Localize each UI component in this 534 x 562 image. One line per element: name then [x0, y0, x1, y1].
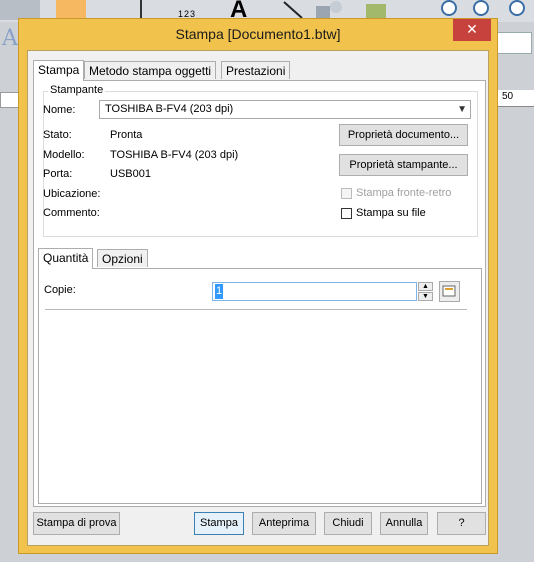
copies-input[interactable]: 1	[212, 282, 417, 301]
ruler-number: 50	[502, 91, 514, 102]
dialog-client-area: Stampa Metodo stampa oggetti Prestazioni…	[27, 50, 489, 546]
help-button[interactable]: ?	[437, 512, 486, 535]
printer-group-label: Stampante	[48, 84, 106, 96]
test-print-button[interactable]: Stampa di prova	[33, 512, 120, 535]
document-properties-button[interactable]: Proprietà documento...	[339, 124, 468, 146]
status-label: Stato:	[43, 129, 72, 141]
chevron-down-icon: ▼	[457, 104, 467, 115]
tab-metodo-stampa-oggetti[interactable]: Metodo stampa oggetti	[84, 61, 217, 79]
font-style-icon: A	[2, 26, 18, 51]
close-button[interactable]: ✕	[453, 19, 491, 41]
tab-opzioni[interactable]: Opzioni	[97, 249, 148, 267]
copies-value: 1	[215, 284, 224, 299]
preview-button[interactable]: Anteprima	[252, 512, 316, 535]
tab-prestazioni[interactable]: Prestazioni	[221, 61, 291, 79]
status-value: Pronta	[110, 129, 143, 141]
copies-options-button[interactable]	[439, 281, 460, 302]
print-dialog: Stampa [Documento1.btw] ✕ Stampa Metodo …	[18, 18, 498, 554]
dialog-titlebar[interactable]: Stampa [Documento1.btw] ✕	[19, 19, 497, 49]
sheet-icon	[442, 285, 456, 297]
tab-panel-quantita: Copie: 1 ▲ ▼	[38, 268, 482, 504]
pointer-tool-icon[interactable]	[56, 0, 86, 20]
printer-name-label: Nome:	[43, 104, 76, 116]
image-tool-icon[interactable]	[362, 0, 396, 20]
print-button[interactable]: Stampa	[194, 512, 244, 535]
tab-quantita[interactable]: Quantità	[38, 248, 94, 269]
copies-label: Copie:	[44, 284, 76, 296]
printer-properties-button[interactable]: Proprietà stampante...	[339, 154, 468, 176]
eraser-tool-icon[interactable]	[100, 0, 122, 20]
line-tool-icon[interactable]	[282, 0, 306, 20]
zoom-in-icon[interactable]	[438, 0, 464, 20]
model-value: TOSHIBA B-FV4 (203 dpi)	[110, 149, 239, 161]
ruler-right: 50	[496, 90, 534, 107]
text-cursor-tool-icon[interactable]	[140, 0, 154, 20]
copies-divider	[45, 309, 467, 310]
location-label: Ubicazione:	[43, 188, 101, 200]
copies-decrement-icon[interactable]: ▼	[418, 292, 433, 301]
cancel-button[interactable]: Annulla	[380, 512, 428, 535]
duplex-label: Stampa fronte-retro	[356, 187, 452, 199]
toolbar-tool-dropdown[interactable]	[0, 0, 40, 20]
app-font-dropdown[interactable]	[496, 32, 532, 54]
duplex-checkbox[interactable]	[341, 188, 352, 199]
tab-panel-stampa: Stampante Nome: TOSHIBA B-FV4 (203 dpi) …	[33, 80, 486, 507]
tab-stampa[interactable]: Stampa	[33, 60, 85, 81]
port-label: Porta:	[43, 168, 73, 180]
port-value: USB001	[110, 168, 151, 180]
printer-group: Stampante Nome: TOSHIBA B-FV4 (203 dpi) …	[43, 84, 478, 237]
printer-name-select[interactable]: TOSHIBA B-FV4 (203 dpi) ▼	[99, 100, 471, 119]
zoom-out-icon[interactable]	[470, 0, 496, 20]
text-tool-icon[interactable]: A	[230, 0, 247, 23]
model-label: Modello:	[43, 149, 85, 161]
shape-tool-icon[interactable]	[314, 0, 348, 20]
print-to-file-label: Stampa su file	[356, 207, 426, 219]
printer-name-value: TOSHIBA B-FV4 (203 dpi)	[105, 103, 234, 115]
close-dialog-button[interactable]: Chiudi	[324, 512, 372, 535]
copies-increment-icon[interactable]: ▲	[418, 282, 433, 291]
print-to-file-checkbox[interactable]	[341, 208, 352, 219]
dialog-title: Stampa [Documento1.btw]	[175, 26, 341, 42]
comment-label: Commento:	[43, 207, 100, 219]
zoom-fit-icon[interactable]	[506, 0, 532, 20]
